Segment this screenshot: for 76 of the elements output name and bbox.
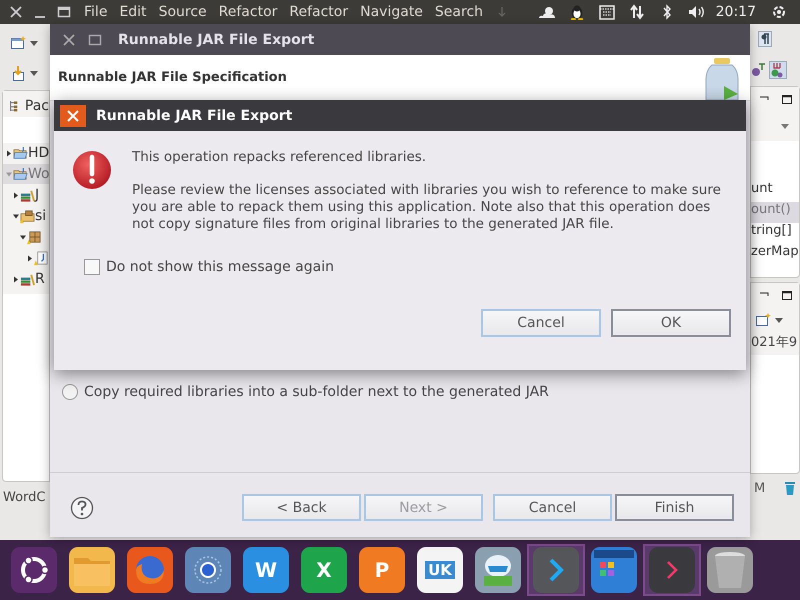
store-launcher[interactable]: UK [411,544,469,596]
window-title: Runnable JAR File Export [118,32,314,48]
menu-item[interactable]: Refactor [289,4,348,20]
message-text: This operation repacks referenced libraries. [132,149,428,166]
dialog-title: Runnable JAR File Export [96,108,292,124]
shopping-bag-icon: UK [417,547,463,593]
document-icon: W [243,547,289,593]
page-title: Runnable JAR File Specification [58,70,287,85]
package-explorer-tab[interactable]: Pac [3,91,49,117]
date-text: 021年9 [751,333,799,355]
expanded-arrow-icon[interactable] [20,234,26,240]
maximize-icon[interactable] [57,5,71,19]
tree-item[interactable]: HD [3,143,49,163]
clock[interactable]: 20:17 [716,4,756,20]
wizard-button[interactable]: < Back [242,494,361,521]
weather-icon[interactable] [536,4,557,20]
maximize-icon[interactable] [781,289,793,301]
collapsed-arrow-icon[interactable] [6,150,12,156]
new-task-icon[interactable] [755,312,771,328]
books-icon [20,272,35,286]
circle-logo-icon [11,547,57,593]
import-icon[interactable] [10,65,26,81]
pilcrow-icon[interactable] [758,31,772,47]
package-folder-icon [20,208,35,224]
menu-item[interactable]: Navigate [360,4,423,20]
dialog-button[interactable]: OK [611,309,731,337]
menu-item[interactable]: File [84,4,108,20]
folder-icon [13,166,28,182]
radio-option[interactable]: Copy required libraries into a sub-folder next to the generated JAR [62,384,750,400]
compass-icon [185,547,231,593]
chevron-icon [533,547,579,593]
status-text: WordC [3,490,46,505]
folder-icon [13,146,28,160]
close-icon[interactable] [60,104,86,126]
tree-item[interactable]: si [3,206,49,226]
outline-item[interactable]: unt [751,181,799,202]
outline-item[interactable]: tring[] [751,223,799,244]
caret-icon[interactable] [781,124,789,128]
code-launcher[interactable] [527,544,585,596]
tree-item[interactable]: J [3,185,49,205]
menu-item[interactable]: Source [158,4,207,20]
caret-icon[interactable] [30,40,38,46]
caret-icon[interactable] [775,318,783,322]
wizard-button[interactable]: Cancel [493,494,612,521]
collapsed-arrow-icon[interactable] [27,254,33,262]
robot-icon [475,547,521,593]
outline-item[interactable]: zerMap [751,244,799,265]
app-grid-icon [591,547,637,593]
collapsed-arrow-icon[interactable] [13,276,19,282]
caret-icon[interactable] [30,70,38,76]
help-icon[interactable] [70,496,94,520]
calendar-icon[interactable] [596,4,617,20]
package-icon [27,230,42,244]
trash-icon[interactable] [784,480,796,496]
tree-item[interactable]: R [3,269,49,289]
slides-icon: P [359,547,405,593]
message-text: Please review the licenses associated with libraries you wish to reference to make sure you are able to repack them using this application. Note also that this operation does not copy signature files from original libraries to the generated JAR file. [132,182,722,233]
menu-item[interactable]: Search [434,4,484,20]
expanded-arrow-icon[interactable] [13,212,19,220]
folder-icon [69,547,115,593]
dialog-button[interactable]: Cancel [481,309,601,337]
checkbox[interactable]: Do not show this message again [84,259,746,275]
new-window-icon[interactable] [10,35,26,51]
menu-item[interactable]: Edit [119,4,147,20]
status-text: M [754,480,766,496]
globe-icon [127,547,173,593]
volume-icon[interactable] [686,4,707,20]
menu-item[interactable]: Refactor [218,4,278,20]
terminal-icon [649,547,695,593]
collapsed-arrow-icon[interactable] [13,192,19,198]
wizard-button[interactable]: Finish [615,494,734,521]
spreadsheet-icon: X [301,547,347,593]
trash-icon [707,547,753,593]
maximize-icon[interactable] [781,93,793,105]
close-icon[interactable] [9,5,23,19]
books-icon [20,188,35,202]
